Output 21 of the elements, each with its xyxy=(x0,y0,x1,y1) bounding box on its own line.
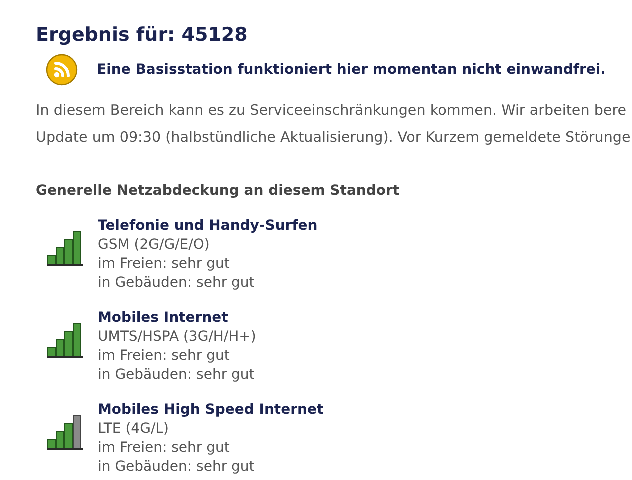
result-heading: Ergebnis für: 45128 xyxy=(36,23,249,48)
technology-text: UMTS/HSPA (3G/H/H+) xyxy=(98,328,256,347)
coverage-title: Mobiles High Speed Internet xyxy=(98,401,324,420)
signal-bars-icon xyxy=(47,322,83,358)
paragraph-line: Update um 09:30 (halbstündliche Aktualisierung). Vor Kurzem gemeldete Störunge xyxy=(36,129,631,148)
signal-warning-icon xyxy=(46,54,78,86)
indoor-rating: in Gebäuden: sehr gut xyxy=(98,458,255,477)
indoor-rating: in Gebäuden: sehr gut xyxy=(98,366,255,385)
outdoor-rating: im Freien: sehr gut xyxy=(98,255,230,274)
outdoor-rating: im Freien: sehr gut xyxy=(98,347,230,366)
outdoor-rating: im Freien: sehr gut xyxy=(98,439,230,458)
coverage-title: Mobiles Internet xyxy=(98,309,230,328)
section-heading: Generelle Netzabdeckung an diesem Standort xyxy=(36,182,401,201)
coverage-title: Telefonie und Handy-Surfen xyxy=(98,217,318,236)
signal-bars-icon xyxy=(47,414,83,450)
alert-message: Eine Basisstation funktioniert hier momentan nicht einwandfrei. xyxy=(97,62,606,78)
signal-bars-icon xyxy=(47,230,83,266)
technology-text: LTE (4G/L) xyxy=(98,420,169,439)
technology-text: GSM (2G/G/E/O) xyxy=(98,236,210,255)
indoor-rating: in Gebäuden: sehr gut xyxy=(98,274,255,293)
paragraph-line: In diesem Bereich kann es zu Serviceeinschränkungen kommen. Wir arbeiten bere xyxy=(36,102,627,121)
